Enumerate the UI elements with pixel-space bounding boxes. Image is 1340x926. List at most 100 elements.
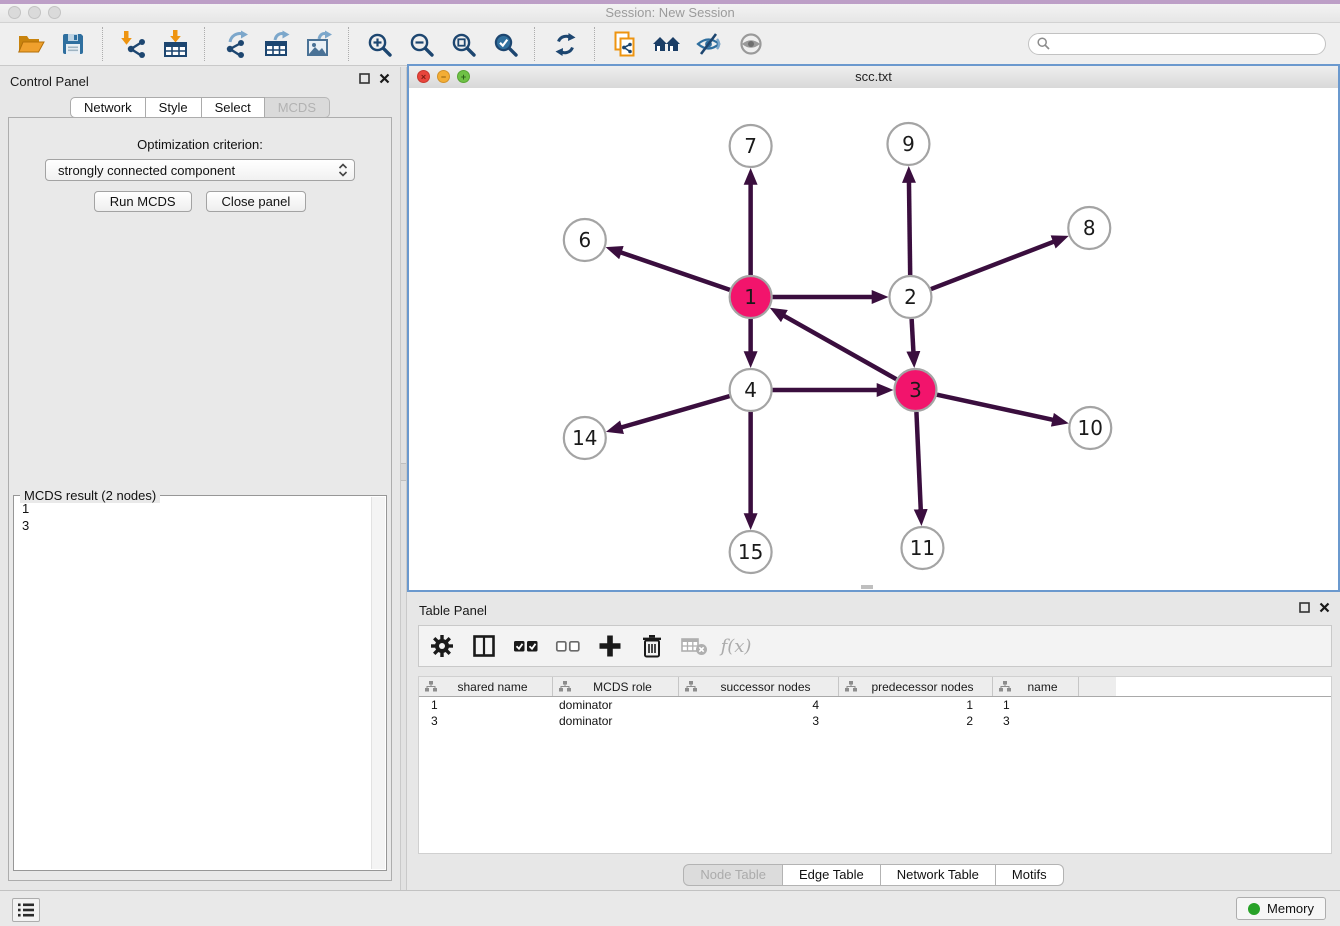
open-file-button[interactable] xyxy=(15,28,47,60)
node-table: shared name MCDS rolesuccessor nodesprede… xyxy=(418,676,1332,854)
column-label: shared name xyxy=(437,680,552,694)
graph-node-label-3: 3 xyxy=(909,378,922,402)
search-container xyxy=(1028,33,1326,55)
network-canvas[interactable]: 7968124314101511 xyxy=(409,88,1338,590)
apply-layout-button[interactable] xyxy=(549,28,581,60)
column-label: MCDS role xyxy=(571,680,678,694)
show-glass-panel-button[interactable] xyxy=(735,28,767,60)
fx-icon: f(x) xyxy=(721,636,752,657)
deselect-all-button[interactable] xyxy=(554,632,582,660)
panel-splitter[interactable] xyxy=(400,67,407,890)
export-table-button[interactable] xyxy=(261,28,293,60)
delete-column-button[interactable] xyxy=(638,632,666,660)
zoom-fit-button[interactable] xyxy=(447,28,479,60)
graph-edge-1-6[interactable] xyxy=(619,252,730,290)
run-mcds-button[interactable]: Run MCDS xyxy=(94,191,192,212)
tab-node-table[interactable]: Node Table xyxy=(683,864,783,886)
column-header-shared-name[interactable]: shared name xyxy=(419,677,553,696)
cell-shared-name[interactable]: 1 xyxy=(419,698,553,712)
cyndex-browser-button[interactable] xyxy=(651,28,683,60)
tab-mcds[interactable]: MCDS xyxy=(265,97,330,118)
task-history-button[interactable] xyxy=(12,898,40,922)
criterion-select[interactable]: strongly connected component xyxy=(45,159,355,181)
gear-icon xyxy=(429,633,455,659)
cell-predecessor-nodes[interactable]: 2 xyxy=(839,714,993,728)
hide-glass-panel-button[interactable] xyxy=(693,28,725,60)
table-row-1[interactable]: 1dominator411 xyxy=(419,697,1331,713)
tab-network[interactable]: Network xyxy=(70,97,146,118)
cell-successor-nodes[interactable]: 3 xyxy=(679,714,839,728)
graph-node-label-2: 2 xyxy=(904,285,917,309)
sort-column-icon[interactable] xyxy=(425,681,437,692)
network-window-titlebar[interactable]: × − + scc.txt xyxy=(409,66,1338,89)
import-network-button[interactable] xyxy=(117,28,149,60)
clone-network-button[interactable] xyxy=(609,28,641,60)
zoom-in-button[interactable] xyxy=(363,28,395,60)
cell-mcds-role[interactable]: dominator xyxy=(553,698,679,712)
table-mode-button[interactable] xyxy=(428,632,456,660)
search-input[interactable] xyxy=(1028,33,1326,55)
graph-edge-3-10[interactable] xyxy=(937,395,1055,421)
cell-shared-name[interactable]: 3 xyxy=(419,714,553,728)
new-column-button[interactable] xyxy=(596,632,624,660)
tab-network-table[interactable]: Network Table xyxy=(881,864,996,886)
column-header-mcds-role[interactable]: MCDS role xyxy=(553,677,679,696)
table-panel: Table Panel xyxy=(407,596,1340,890)
column-header-name[interactable]: name xyxy=(993,677,1079,696)
plus-icon xyxy=(597,633,623,659)
tab-edge-table[interactable]: Edge Table xyxy=(783,864,881,886)
float-panel-icon[interactable] xyxy=(359,73,370,84)
cell-name[interactable]: 3 xyxy=(993,714,1079,728)
close-panel-icon[interactable] xyxy=(379,73,390,84)
close-panel-button[interactable]: Close panel xyxy=(206,191,307,212)
sort-column-icon[interactable] xyxy=(999,681,1011,692)
close-table-panel-icon[interactable] xyxy=(1319,602,1330,613)
export-image-icon xyxy=(305,30,333,58)
cell-successor-nodes[interactable]: 4 xyxy=(679,698,839,712)
mcds-panel: Optimization criterion: strongly connect… xyxy=(8,117,392,881)
toolbar-separator xyxy=(204,27,206,61)
function-builder-button[interactable]: f(x) xyxy=(722,632,750,660)
graph-edge-4-14[interactable] xyxy=(619,396,729,428)
graph-edge-3-11[interactable] xyxy=(916,412,920,512)
table-panel-title: Table Panel xyxy=(419,603,487,618)
export-network-button[interactable] xyxy=(219,28,251,60)
cell-name[interactable]: 1 xyxy=(993,698,1079,712)
graph-edge-3-1[interactable] xyxy=(782,315,896,380)
column-header-successor-nodes[interactable]: successor nodes xyxy=(679,677,839,696)
select-all-button[interactable] xyxy=(512,632,540,660)
toolbar-separator xyxy=(594,27,596,61)
splitter-grip[interactable] xyxy=(401,463,406,481)
save-session-button[interactable] xyxy=(57,28,89,60)
table-tabs: Node TableEdge TableNetwork TableMotifs xyxy=(407,864,1340,886)
import-table-button[interactable] xyxy=(159,28,191,60)
sort-column-icon[interactable] xyxy=(685,681,697,692)
zoom-out-button[interactable] xyxy=(405,28,437,60)
column-header-predecessor-nodes[interactable]: predecessor nodes xyxy=(839,677,993,696)
graph-node-label-9: 9 xyxy=(902,132,915,156)
float-table-panel-icon[interactable] xyxy=(1299,602,1310,613)
eye-slash-icon xyxy=(695,31,723,57)
show-columns-button[interactable] xyxy=(470,632,498,660)
session-title: Session: New Session xyxy=(0,5,1340,20)
sort-column-icon[interactable] xyxy=(559,681,571,692)
table-row-2[interactable]: 3dominator323 xyxy=(419,713,1331,729)
graph-edge-2-8[interactable] xyxy=(931,241,1056,289)
mcds-result-text[interactable]: 1 3 xyxy=(22,500,368,866)
cell-mcds-role[interactable]: dominator xyxy=(553,714,679,728)
memory-button[interactable]: Memory xyxy=(1236,897,1326,920)
result-scrollbar[interactable] xyxy=(371,497,385,869)
export-image-button[interactable] xyxy=(303,28,335,60)
graph-edge-2-9[interactable] xyxy=(909,180,910,275)
zoom-selected-button[interactable] xyxy=(489,28,521,60)
canvas-resize-grip[interactable] xyxy=(861,585,873,589)
export-network-icon xyxy=(221,30,249,58)
sort-column-icon[interactable] xyxy=(845,681,857,692)
tab-style[interactable]: Style xyxy=(146,97,202,118)
tab-select[interactable]: Select xyxy=(202,97,265,118)
cell-predecessor-nodes[interactable]: 1 xyxy=(839,698,993,712)
delete-table-button[interactable] xyxy=(680,632,708,660)
graph-edge-2-3[interactable] xyxy=(912,319,914,354)
graph-node-label-4: 4 xyxy=(744,378,757,402)
tab-motifs[interactable]: Motifs xyxy=(996,864,1064,886)
